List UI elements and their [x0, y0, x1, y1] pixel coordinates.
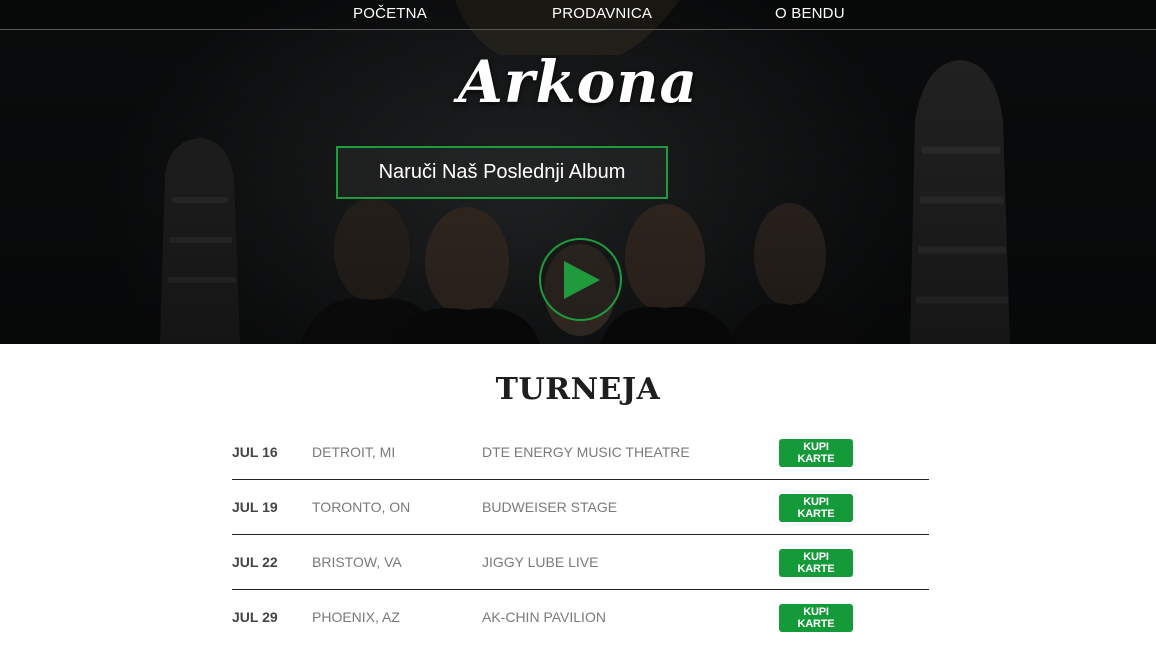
tour-city: PHOENIX, AZ — [312, 609, 400, 625]
tour-venue: DTE ENERGY MUSIC THEATRE — [482, 444, 690, 460]
nav-link-about[interactable]: O BENDU — [775, 5, 845, 22]
tour-row: JUL 16 DETROIT, MI DTE ENERGY MUSIC THEA… — [232, 425, 929, 480]
buy-tickets-button[interactable]: KUPI KARTE — [779, 439, 853, 467]
buy-tickets-button[interactable]: KUPI KARTE — [779, 549, 853, 577]
tour-row: JUL 22 BRISTOW, VA JIGGY LUBE LIVE KUPI … — [232, 535, 929, 590]
tour-row: JUL 19 TORONTO, ON BUDWEISER STAGE KUPI … — [232, 480, 929, 535]
top-navigation: POČETNA PRODAVNICA O BENDU — [0, 0, 1156, 30]
band-logo-title: Arkona — [457, 48, 699, 116]
tour-city: BRISTOW, VA — [312, 554, 402, 570]
nav-link-home[interactable]: POČETNA — [353, 5, 427, 22]
tour-venue: JIGGY LUBE LIVE — [482, 554, 599, 570]
tour-venue: BUDWEISER STAGE — [482, 499, 618, 515]
nav-link-shop[interactable]: PRODAVNICA — [552, 5, 652, 22]
tour-venue: AK-CHIN PAVILION — [482, 609, 606, 625]
tour-city: DETROIT, MI — [312, 444, 396, 460]
play-icon — [564, 261, 600, 299]
buy-tickets-button[interactable]: KUPI KARTE — [779, 494, 853, 522]
tour-date: JUL 29 — [232, 609, 278, 625]
tour-dates-list: JUL 16 DETROIT, MI DTE ENERGY MUSIC THEA… — [232, 425, 929, 645]
tour-section-title: TURNEJA — [495, 372, 661, 407]
buy-tickets-button[interactable]: KUPI KARTE — [779, 604, 853, 632]
tour-city: TORONTO, ON — [312, 499, 411, 515]
tour-date: JUL 16 — [232, 444, 278, 460]
tour-date: JUL 19 — [232, 499, 278, 515]
order-album-button[interactable]: Naruči Naš Poslednji Album — [336, 146, 668, 199]
tour-date: JUL 22 — [232, 554, 278, 570]
play-video-button[interactable] — [539, 238, 622, 321]
hero-banner: POČETNA PRODAVNICA O BENDU Arkona Naruči… — [0, 0, 1156, 344]
